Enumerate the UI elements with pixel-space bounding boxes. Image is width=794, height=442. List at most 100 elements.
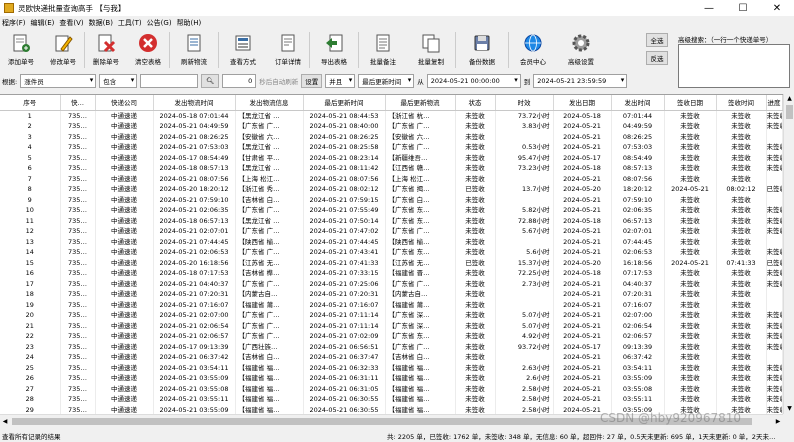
table-cell: 未签收 xyxy=(716,320,767,331)
table-row[interactable]: 24 735… 中通速递 2024-05-21 06:37:42 【吉林省 白… 2024… xyxy=(0,352,783,363)
column-header[interactable]: 签收日期 xyxy=(664,95,717,111)
table-row[interactable]: 9 735… 中通速递 2024-05-21 07:59:10 【吉林省 白… 2024-… xyxy=(0,194,783,205)
batch-note-button[interactable]: 批量备注 xyxy=(359,29,407,71)
column-header[interactable]: 发出物流信息 xyxy=(235,95,304,111)
column-header[interactable]: 发出物流时间 xyxy=(153,95,236,111)
date-from-input[interactable]: 2024-05-21 00:00:00 xyxy=(426,73,521,88)
table-row[interactable]: 8 735… 中通速递 2024-05-20 18:20:12 【浙江省 秀… 2024-… xyxy=(0,184,783,195)
table-cell: 未签收 xyxy=(766,362,783,373)
menu-notice[interactable]: 公告(G) xyxy=(147,18,172,28)
date-to-input[interactable]: 2024-05-21 23:59:59 xyxy=(533,73,628,88)
scroll-up-arrow-icon[interactable]: ▲ xyxy=(784,94,794,104)
table-row[interactable]: 20 735… 中通速递 2024-05-21 02:07:00 【广东省 广… 2024… xyxy=(0,310,783,321)
export-button[interactable]: 导出表格 xyxy=(310,29,358,71)
table-cell: 【广东省 深… xyxy=(385,310,456,321)
table-row[interactable]: 17 735… 中通速递 2024-05-21 04:40:37 【广东省 广… 2024… xyxy=(0,278,783,289)
column-header[interactable]: 最后更新物流 xyxy=(385,95,456,111)
filter-mode-select[interactable]: 包含 xyxy=(99,73,138,88)
invert-selection-button[interactable]: 反选 xyxy=(646,51,668,65)
scroll-right-arrow-icon[interactable]: ▶ xyxy=(773,415,783,429)
table-cell: 29 xyxy=(0,404,61,414)
close-button[interactable]: ✕ xyxy=(760,0,794,16)
vertical-scrollbar[interactable]: ▲ ▼ xyxy=(783,94,794,414)
table-cell: 02:06:53 xyxy=(611,247,665,258)
search-button[interactable]: 🔍︎ xyxy=(201,73,220,88)
table-cell: 5.67小时 xyxy=(495,226,554,237)
menu-program[interactable]: 程序(F) xyxy=(2,18,26,28)
table-row[interactable]: 21 735… 中通速递 2024-05-21 02:06:54 【广东省 广… 2024… xyxy=(0,320,783,331)
advanced-search-textarea[interactable] xyxy=(678,44,790,88)
menu-edit[interactable]: 编辑(E) xyxy=(31,18,55,28)
table-row[interactable]: 10 735… 中通速递 2024-05-21 02:06:35 【广东省 广… 2024… xyxy=(0,205,783,216)
table-cell: 735… xyxy=(60,205,96,216)
logic-select[interactable]: 并且 xyxy=(325,73,356,88)
auto-refresh-label: 秒后自动刷新 xyxy=(259,77,299,86)
advanced-settings-button[interactable]: 高级设置 xyxy=(557,29,605,71)
column-header[interactable]: 发出日期 xyxy=(553,95,612,111)
member-center-button[interactable]: 会员中心 xyxy=(509,29,557,71)
menu-data[interactable]: 数据(B) xyxy=(89,18,113,28)
settings-gear-icon xyxy=(570,32,592,54)
column-header[interactable]: 最后更新时间 xyxy=(303,95,386,111)
table-row[interactable]: 22 735… 中通速递 2024-05-21 02:06:57 【广东省 广… 2024… xyxy=(0,331,783,342)
scroll-down-arrow-icon[interactable]: ▼ xyxy=(784,404,794,414)
table-row[interactable]: 25 735… 中通速递 2024-05-21 03:54:11 【福建省 福… 2024… xyxy=(0,362,783,373)
batch-copy-button[interactable]: 批量复制 xyxy=(407,29,455,71)
column-header[interactable]: 序号 xyxy=(0,95,61,111)
column-header[interactable]: 发出时间 xyxy=(611,95,665,111)
table-row[interactable]: 15 735… 中通速递 2024-05-20 16:18:56 【江苏省 无… 2024… xyxy=(0,257,783,268)
refresh-interval-input[interactable]: 0 xyxy=(222,73,257,88)
view-mode-button[interactable]: 查看方式 xyxy=(219,29,267,71)
filter-keyword-input[interactable] xyxy=(140,73,199,88)
table-row[interactable]: 6 735… 中通速递 2024-05-18 08:57:13 【黑龙江省 … 2024-… xyxy=(0,163,783,174)
column-header[interactable]: 快递公司 xyxy=(95,95,154,111)
menu-help[interactable]: 帮助(H) xyxy=(177,18,202,28)
table-row[interactable]: 13 735… 中通速递 2024-05-21 07:44:45 【陕西省 榆… 2024… xyxy=(0,236,783,247)
table-cell: 2024-05-21 07:25:06 xyxy=(303,278,386,289)
table-row[interactable]: 1 735… 中通速递 2024-05-18 07:01:44 【黑龙江省 … 2024-… xyxy=(0,110,783,121)
table-row[interactable]: 27 735… 中通速递 2024-05-21 03:55:08 【福建省 福… 2024… xyxy=(0,383,783,394)
table-row[interactable]: 5 735… 中通速递 2024-05-17 08:54:49 【甘肃省 平… 2024-… xyxy=(0,152,783,163)
maximize-button[interactable]: ☐ xyxy=(726,0,760,16)
refresh-button[interactable]: 刷新物流 xyxy=(170,29,218,71)
column-header[interactable]: 快… xyxy=(60,95,96,111)
select-all-button[interactable]: 全选 xyxy=(646,33,668,47)
table-row[interactable]: 28 735… 中通速递 2024-05-21 03:55:11 【福建省 福… 2024… xyxy=(0,394,783,405)
clear-button[interactable]: 清空表格 xyxy=(127,29,169,71)
table-cell: 【广东省 广… xyxy=(235,310,304,321)
table-row[interactable]: 11 735… 中通速递 2024-05-18 06:57:13 【黑龙江省 … 2024… xyxy=(0,215,783,226)
minimize-button[interactable]: — xyxy=(692,0,726,16)
table-row[interactable]: 4 735… 中通速递 2024-05-21 07:53:03 【黑龙江省 … 2024-… xyxy=(0,142,783,153)
edit-button[interactable]: 修改单号 xyxy=(42,29,84,71)
table-row[interactable]: 26 735… 中通速递 2024-05-21 03:55:09 【福建省 福… 2024… xyxy=(0,373,783,384)
order-detail-button[interactable]: 订单详情 xyxy=(267,29,309,71)
menu-tools[interactable]: 工具(T) xyxy=(118,18,142,28)
table-cell: 2.6小时 xyxy=(495,373,554,384)
column-header[interactable]: 进度 xyxy=(766,95,783,111)
filter-field-select[interactable]: 涨件员 xyxy=(20,73,97,88)
table-row[interactable]: 16 735… 中通速递 2024-05-18 07:17:53 【吉林省 榫… 2024… xyxy=(0,268,783,279)
batch-copy-icon xyxy=(420,32,442,54)
backup-button[interactable]: 备份数据 xyxy=(456,29,508,71)
table-row[interactable]: 14 735… 中通速递 2024-05-21 02:06:53 【广东省 广… 2024… xyxy=(0,247,783,258)
table-row[interactable]: 12 735… 中通速递 2024-05-21 02:07:01 【广东省 广… 2024… xyxy=(0,226,783,237)
table-row[interactable]: 7 735… 中通速递 2024-05-21 08:07:56 【上海 松江… 2024-… xyxy=(0,173,783,184)
table-row[interactable]: 23 735… 中通速递 2024-05-17 09:13:39 【广西壮族… 2024-… xyxy=(0,341,783,352)
table-cell: 2024-05-21 xyxy=(553,331,612,342)
scroll-left-arrow-icon[interactable]: ◀ xyxy=(0,415,10,429)
table-cell: 2024-05-21 xyxy=(553,131,612,142)
table-row[interactable]: 2 735… 中通速递 2024-05-21 04:49:59 【广东省 广… 2024-… xyxy=(0,121,783,132)
menu-view[interactable]: 查看(V) xyxy=(59,18,83,28)
date-field-select[interactable]: 最后更新时间 xyxy=(358,73,415,88)
table-row[interactable]: 18 735… 中通速递 2024-05-21 07:20:31 【内蒙古自… 2024-… xyxy=(0,289,783,300)
column-header[interactable]: 时效 xyxy=(495,95,554,111)
delete-button[interactable]: 删除单号 xyxy=(85,29,127,71)
table-row[interactable]: 3 735… 中通速递 2024-05-21 08:26:25 【安徽省 六… 2024-… xyxy=(0,131,783,142)
add-button[interactable]: 添加单号 xyxy=(0,29,42,71)
column-header[interactable]: 签收时间 xyxy=(716,95,767,111)
refresh-settings-button[interactable]: 设置 xyxy=(301,73,323,88)
column-header[interactable]: 状态 xyxy=(455,95,496,111)
table-row[interactable]: 19 735… 中通速递 2024-05-21 07:16:07 【福建省 莆… 2024… xyxy=(0,299,783,310)
table-cell: 2024-05-21 08:02:12 xyxy=(303,184,386,195)
vertical-scroll-thumb[interactable] xyxy=(786,105,793,119)
